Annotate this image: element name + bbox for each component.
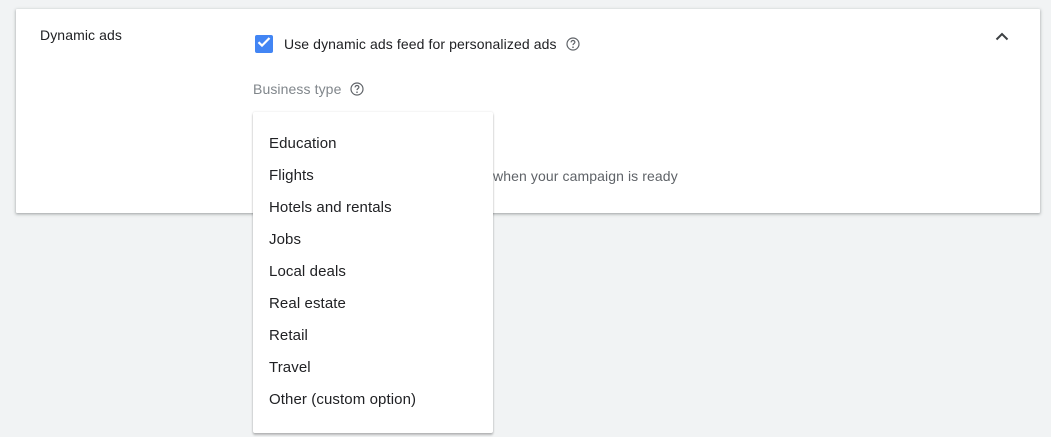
dropdown-option[interactable]: Hotels and rentals	[253, 192, 493, 224]
campaign-ready-hint: when your campaign is ready	[493, 168, 678, 184]
dropdown-option[interactable]: Local deals	[253, 256, 493, 288]
dynamic-ads-card: Dynamic ads Use dynamic ads feed for per…	[16, 9, 1040, 213]
section-title: Dynamic ads	[40, 27, 123, 43]
help-icon[interactable]	[565, 36, 581, 52]
dropdown-option[interactable]: Jobs	[253, 224, 493, 256]
dropdown-option[interactable]: Education	[253, 128, 493, 160]
business-type-label: Business type	[253, 81, 342, 97]
dropdown-option[interactable]: Retail	[253, 320, 493, 352]
collapse-button[interactable]	[990, 25, 1014, 49]
dynamic-feed-label[interactable]: Use dynamic ads feed for personalized ad…	[284, 36, 557, 52]
dynamic-feed-checkbox[interactable]	[255, 35, 273, 53]
dropdown-option[interactable]: Travel	[253, 352, 493, 384]
help-icon[interactable]	[349, 81, 365, 97]
business-type-dropdown: Education Flights Hotels and rentals Jobs Lo…	[253, 112, 493, 433]
business-type-row: Business type	[253, 81, 365, 97]
dropdown-option[interactable]: Real estate	[253, 288, 493, 320]
dropdown-option[interactable]: Other (custom option)	[253, 384, 493, 416]
checkmark-icon	[257, 35, 271, 53]
dynamic-feed-option: Use dynamic ads feed for personalized ad…	[255, 35, 581, 53]
dropdown-option[interactable]: Flights	[253, 160, 493, 192]
chevron-up-icon	[995, 28, 1009, 46]
